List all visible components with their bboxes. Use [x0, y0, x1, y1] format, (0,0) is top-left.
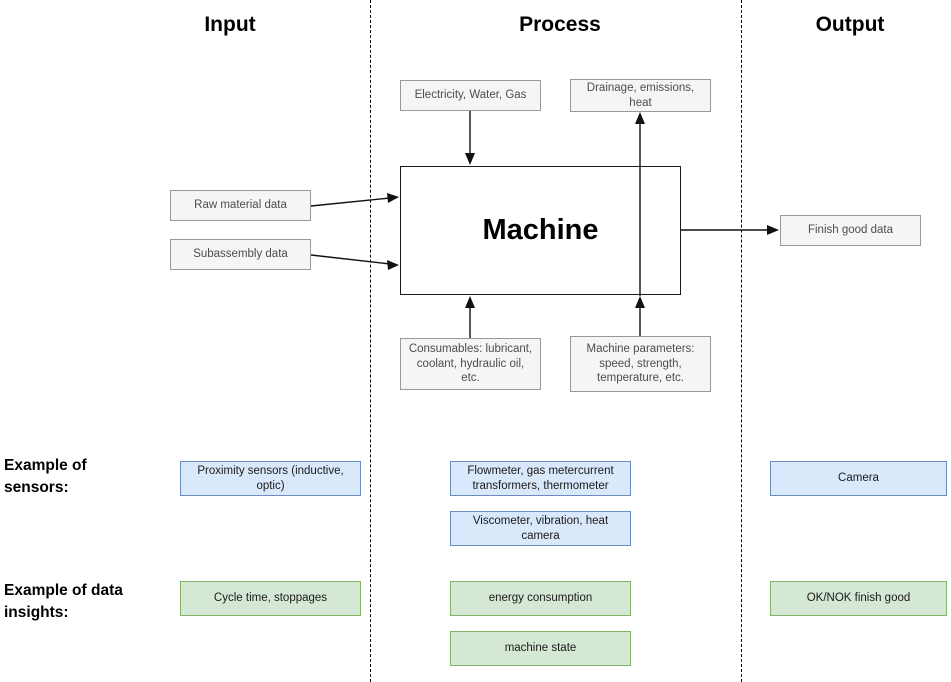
insight-box-process-2: machine state	[450, 631, 631, 666]
insight-box-output: OK/NOK finish good	[770, 581, 947, 616]
node-utilities: Electricity, Water, Gas	[400, 80, 541, 111]
column-header-input: Input	[204, 13, 256, 36]
row-label-insights: Example of data insights:	[4, 580, 174, 625]
node-raw-material-data: Raw material data	[170, 190, 311, 221]
sensor-box-process-1: Flowmeter, gas metercurrent transformers…	[450, 461, 631, 496]
row-label-sensors-line2: sensors:	[4, 479, 69, 497]
column-header-output: Output	[815, 13, 885, 36]
column-divider-process-output	[741, 0, 742, 682]
insight-box-process-1: energy consumption	[450, 581, 631, 616]
node-finish-good-data: Finish good data	[780, 215, 921, 246]
node-machine-parameters: Machine parameters: speed, strength, tem…	[570, 336, 711, 392]
sensor-box-process-2: Viscometer, vibration, heat camera	[450, 511, 631, 546]
sensor-box-output: Camera	[770, 461, 947, 496]
row-label-sensors: Example of sensors:	[4, 455, 164, 500]
node-waste-outputs: Drainage, emissions, heat	[570, 79, 711, 112]
diagram-canvas: Input Process Output Electricity, Water,…	[0, 0, 951, 682]
insight-box-input: Cycle time, stoppages	[180, 581, 361, 616]
row-label-insights-line2: insights:	[4, 604, 69, 622]
node-consumables: Consumables: lubricant, coolant, hydraul…	[400, 338, 541, 390]
row-label-insights-line1: Example of data	[4, 582, 123, 599]
sensor-box-input: Proximity sensors (inductive, optic)	[180, 461, 361, 496]
column-header-process: Process	[519, 13, 601, 36]
column-divider-input-process	[370, 0, 371, 682]
node-subassembly-data: Subassembly data	[170, 239, 311, 270]
row-label-sensors-line1: Example of	[4, 457, 87, 474]
node-machine: Machine	[400, 166, 681, 295]
